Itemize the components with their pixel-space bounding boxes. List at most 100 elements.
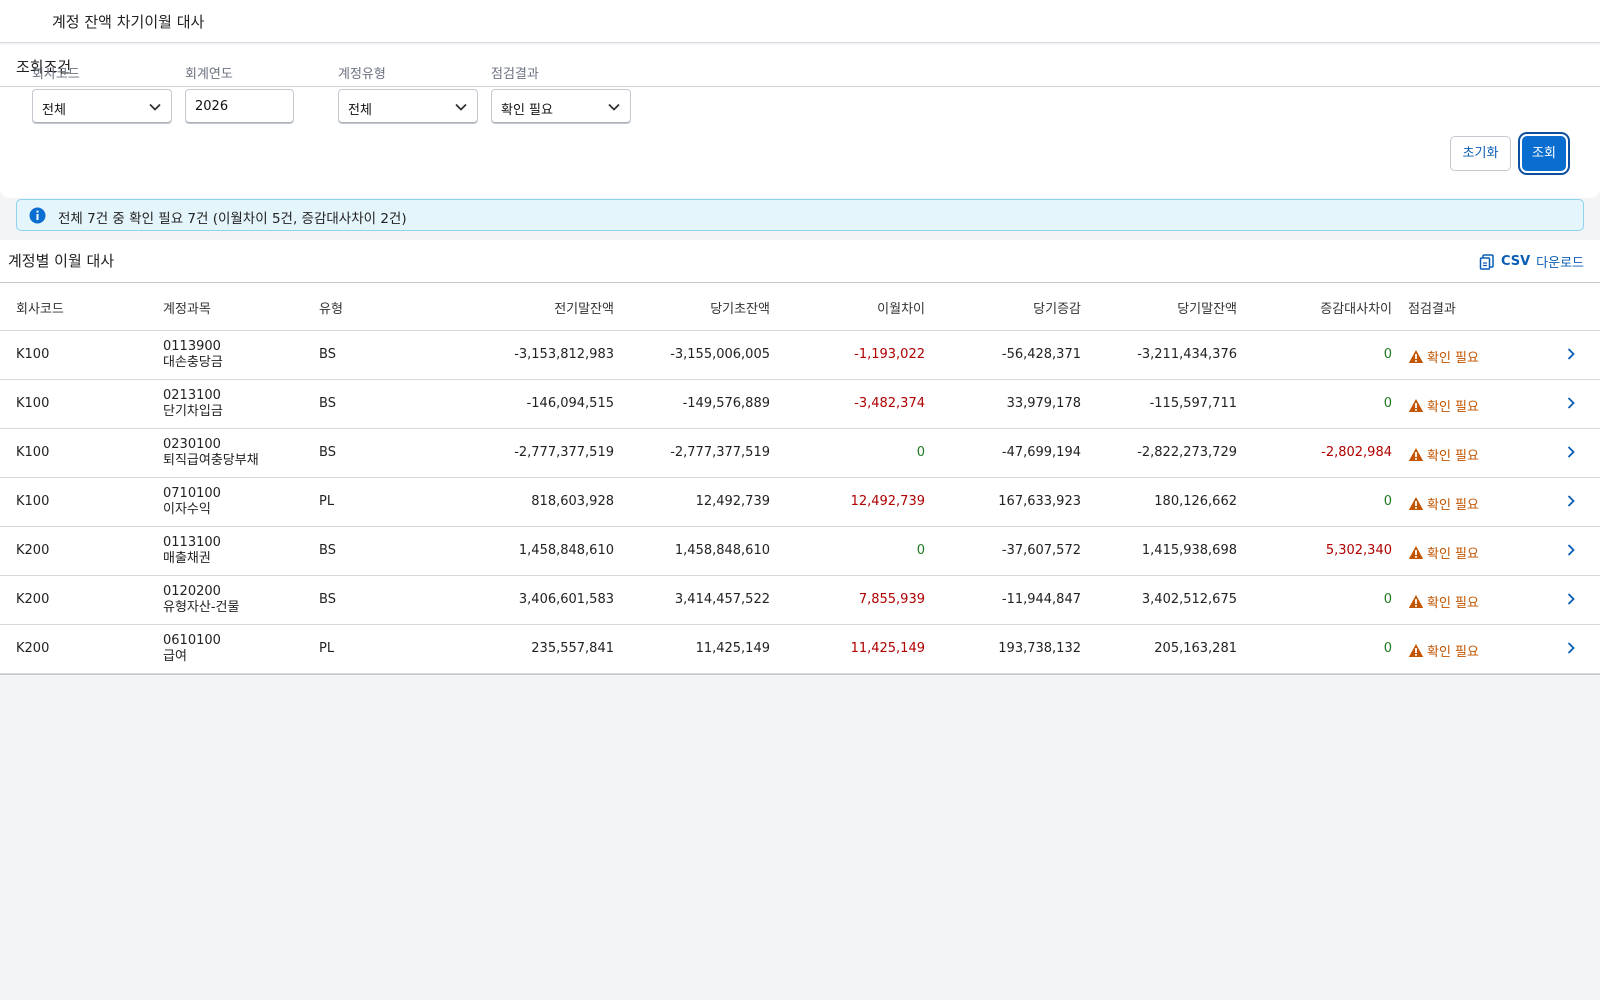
col-header-status: 점검결과 — [1408, 302, 1456, 317]
cell-carry-diff: 7,855,939 — [858, 592, 925, 607]
search-button[interactable]: 조회 — [1522, 136, 1566, 171]
app-titlebar: 계정 잔액 차기이월 대사 — [0, 0, 1600, 43]
cell-account-code: 0120200 — [163, 584, 221, 599]
cell-curr-end: 1,415,938,698 — [1141, 543, 1237, 558]
cell-type: BS — [319, 445, 336, 460]
cell-type: BS — [319, 396, 336, 411]
table-row[interactable]: K200 0113100 매출채권 BS 1,458,848,610 1,458,848,… — [0, 527, 1600, 576]
cell-account-name: 단기차입금 — [163, 404, 223, 419]
cell-recon-diff: 0 — [1383, 592, 1392, 607]
cell-recon-diff: 0 — [1383, 494, 1392, 509]
cell-curr-end: -2,822,273,729 — [1137, 445, 1237, 460]
cell-curr-end: 3,402,512,675 — [1141, 592, 1237, 607]
fiscal-year-input[interactable]: 2026 — [185, 89, 294, 124]
col-header-prev-end: 전기말잔액 — [554, 302, 614, 317]
cell-status: 확인 필요 — [1408, 592, 1479, 611]
cell-recon-diff: 5,302,340 — [1325, 543, 1392, 558]
fiscal-year-field: 회계연도 2026 — [185, 63, 294, 124]
fiscal-year-value: 2026 — [195, 99, 229, 114]
warning-icon — [1408, 350, 1424, 363]
cell-carry-diff: -3,482,374 — [854, 396, 925, 411]
cell-type: PL — [319, 641, 335, 656]
app-title: 계정 잔액 차기이월 대사 — [52, 13, 205, 31]
cell-status-text: 확인 필요 — [1427, 400, 1479, 415]
company-code-field: 회사코드 전체 — [32, 63, 172, 124]
col-header-type: 유형 — [319, 302, 343, 317]
cell-company: K200 — [16, 641, 50, 656]
company-code-label: 회사코드 — [32, 67, 80, 82]
table-row[interactable]: K200 0610100 급여 PL 235,557,841 11,425,149 11,4… — [0, 625, 1600, 674]
cell-account: 0113900 대손충당금 — [163, 339, 223, 371]
csv-download-icon — [1479, 253, 1494, 270]
cell-prev-end: 818,603,928 — [531, 494, 614, 509]
cell-account-name: 대손충당금 — [163, 355, 223, 370]
chevron-right-icon[interactable] — [1566, 494, 1576, 508]
account-type-select[interactable]: 전체 — [338, 89, 478, 124]
cell-account-name: 급여 — [163, 649, 187, 664]
cell-account-name: 이자수익 — [163, 502, 211, 517]
table-row[interactable]: K100 0213100 단기차입금 BS -146,094,515 -149,576,8… — [0, 380, 1600, 429]
table-row[interactable]: K100 0230100 퇴직급여충당부채 BS -2,777,377,519 -2,77… — [0, 429, 1600, 478]
cell-curr-change: -56,428,371 — [1001, 347, 1081, 362]
cell-curr-end: -3,211,434,376 — [1137, 347, 1237, 362]
info-message-text: 전체 7건 중 확인 필요 7건 (이월차이 5건, 증감대사차이 2건) — [58, 211, 407, 227]
cell-recon-diff: 0 — [1383, 396, 1392, 411]
cell-type: PL — [319, 494, 335, 509]
cell-prev-end: 235,557,841 — [531, 641, 614, 656]
fiscal-year-label: 회계연도 — [185, 67, 233, 82]
warning-icon — [1408, 644, 1424, 657]
cell-type: BS — [319, 543, 336, 558]
cell-company: K200 — [16, 543, 50, 558]
chevron-right-icon[interactable] — [1566, 445, 1576, 459]
account-type-field: 계정유형 전체 — [338, 63, 478, 124]
chevron-down-icon — [455, 103, 467, 111]
company-code-select[interactable]: 전체 — [32, 89, 172, 124]
cell-status-text: 확인 필요 — [1427, 449, 1479, 464]
warning-icon — [1408, 595, 1424, 608]
chevron-right-icon[interactable] — [1566, 641, 1576, 655]
check-result-value: 확인 필요 — [501, 103, 553, 118]
chevron-right-icon[interactable] — [1566, 347, 1576, 361]
cell-company: K100 — [16, 494, 50, 509]
warning-icon — [1408, 546, 1424, 559]
cell-carry-diff: 0 — [916, 445, 925, 460]
table-row[interactable]: K200 0120200 유형자산-건물 BS 3,406,601,583 3,414,4… — [0, 576, 1600, 625]
chevron-right-icon[interactable] — [1566, 396, 1576, 410]
cell-account-code: 0113900 — [163, 339, 221, 354]
col-header-recon-diff: 증감대사차이 — [1320, 302, 1392, 317]
cell-curr-begin: 1,458,848,610 — [674, 543, 770, 558]
cell-account: 0113100 매출채권 — [163, 535, 221, 567]
cell-curr-change: -37,607,572 — [1001, 543, 1081, 558]
cell-status: 확인 필요 — [1408, 347, 1479, 366]
account-type-value: 전체 — [348, 103, 372, 118]
cell-curr-end: -115,597,711 — [1149, 396, 1237, 411]
csv-download-label: 다운로드 — [1536, 256, 1584, 271]
chevron-right-icon[interactable] — [1566, 543, 1576, 557]
cell-status: 확인 필요 — [1408, 494, 1479, 513]
cell-account-name: 유형자산-건물 — [163, 600, 240, 615]
cell-account: 0710100 이자수익 — [163, 486, 221, 518]
reset-button[interactable]: 초기화 — [1450, 136, 1511, 171]
table-row[interactable]: K100 0113900 대손충당금 BS -3,153,812,983 -3,155,0… — [0, 331, 1600, 380]
table-title: 계정별 이월 대사 — [8, 252, 115, 270]
csv-prefix: CSV — [1500, 254, 1531, 269]
cell-account-name: 매출채권 — [163, 551, 211, 566]
cell-status-text: 확인 필요 — [1427, 645, 1479, 660]
warning-icon — [1408, 399, 1424, 412]
cell-type: BS — [319, 592, 336, 607]
account-type-label: 계정유형 — [338, 67, 386, 82]
cell-curr-begin: 11,425,149 — [695, 641, 770, 656]
cell-curr-begin: 12,492,739 — [695, 494, 770, 509]
check-result-label: 점검결과 — [491, 67, 539, 82]
chevron-down-icon — [608, 103, 620, 111]
cell-curr-end: 180,126,662 — [1154, 494, 1237, 509]
csv-download-button[interactable]: CSV 다운로드 — [1479, 252, 1584, 271]
cell-curr-change: 193,738,132 — [998, 641, 1081, 656]
warning-icon — [1408, 497, 1424, 510]
cell-prev-end: 3,406,601,583 — [518, 592, 614, 607]
cell-curr-change: -11,944,847 — [1001, 592, 1081, 607]
table-row[interactable]: K100 0710100 이자수익 PL 818,603,928 12,492,739 12… — [0, 478, 1600, 527]
chevron-right-icon[interactable] — [1566, 592, 1576, 606]
check-result-select[interactable]: 확인 필요 — [491, 89, 631, 124]
table-header: 회사코드 계정과목 유형 전기말잔액 당기초잔액 이월차이 당기증감 당기말잔액… — [0, 282, 1600, 331]
